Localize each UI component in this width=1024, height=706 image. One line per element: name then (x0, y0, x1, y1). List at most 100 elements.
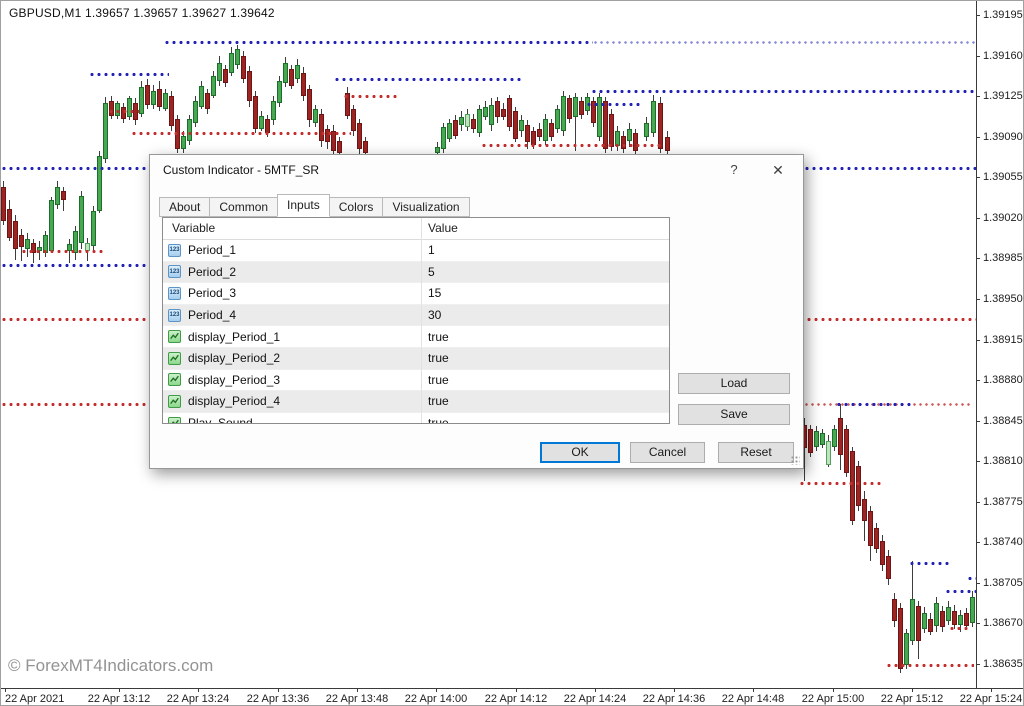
price-label: 1.39090 (983, 131, 1023, 143)
boolean-parameter-icon (168, 352, 181, 365)
watermark: © ForexMT4Indicators.com (8, 656, 213, 676)
table-row[interactable]: 123 Period_2 5 (163, 262, 669, 284)
variable-value[interactable]: 1 (428, 243, 435, 257)
price-tick (976, 137, 980, 138)
price-tick (976, 299, 980, 300)
table-row[interactable]: display_Period_2 true (163, 348, 669, 370)
price-tick (976, 664, 980, 665)
table-row[interactable]: display_Period_3true (163, 370, 669, 392)
price-tick (976, 461, 980, 462)
price-tick (976, 56, 980, 57)
dialog-titlebar[interactable]: Custom Indicator - 5MTF_SR ? ✕ (150, 155, 803, 185)
price-tick (976, 623, 980, 624)
time-label: 22 Apr 13:48 (326, 693, 388, 705)
price-tick (976, 421, 980, 422)
support-dotted-line (21, 249, 106, 254)
time-tick (119, 688, 120, 692)
price-tick (976, 380, 980, 381)
resistance-dotted-line (586, 102, 643, 107)
tab-inputs[interactable]: Inputs (277, 194, 330, 217)
support-dotted-line (131, 131, 351, 136)
price-tick (976, 542, 980, 543)
price-tick (976, 15, 980, 16)
time-axis-line (1, 688, 1024, 689)
table-row[interactable]: 123Period_11 (163, 240, 669, 262)
price-label: 1.39160 (983, 50, 1023, 62)
variable-value[interactable]: true (428, 373, 449, 387)
table-header: Variable Value (163, 218, 669, 240)
price-label: 1.38705 (983, 577, 1023, 589)
boolean-parameter-icon (168, 330, 181, 343)
tab-colors[interactable]: Colors (329, 197, 384, 217)
price-tick (976, 502, 980, 503)
parameters-table: Variable Value 123Period_11123Period_251… (162, 217, 670, 424)
time-label: 22 Apr 13:12 (88, 693, 150, 705)
price-tick (976, 340, 980, 341)
variable-value[interactable]: true (428, 330, 449, 344)
reset-button[interactable]: Reset (718, 442, 794, 463)
support-dotted-line (1, 317, 149, 322)
resistance-dotted-line (836, 402, 913, 407)
number-parameter-icon: 123 (168, 244, 181, 257)
table-row[interactable]: 123Period_430 (163, 305, 669, 327)
table-row[interactable]: 123Period_315 (163, 283, 669, 305)
save-button[interactable]: Save (678, 404, 790, 425)
resistance-dotted-line (804, 166, 976, 171)
boolean-parameter-icon (168, 395, 181, 408)
variable-name: Period_3 (188, 286, 236, 300)
time-tick (991, 688, 992, 692)
time-label: 22 Apr 14:48 (722, 693, 784, 705)
support-dotted-line (1, 402, 149, 407)
help-icon[interactable]: ? (717, 155, 751, 185)
price-tick (976, 177, 980, 178)
price-label: 1.38950 (983, 293, 1023, 305)
variable-name: Play_Sound (188, 416, 253, 424)
resistance-dotted-line (593, 40, 976, 45)
load-button[interactable]: Load (678, 373, 790, 394)
table-row[interactable]: display_Period_4true (163, 391, 669, 413)
tab-common[interactable]: Common (209, 197, 278, 217)
dialog-title: Custom Indicator - 5MTF_SR (163, 163, 319, 177)
time-tick (5, 688, 6, 692)
column-header-value: Value (428, 218, 458, 239)
number-parameter-icon: 123 (168, 309, 181, 322)
tab-visualization[interactable]: Visualization (382, 197, 469, 217)
cancel-button[interactable]: Cancel (630, 442, 705, 463)
resize-grip[interactable] (791, 456, 800, 465)
resistance-dotted-line (164, 40, 593, 45)
variable-value[interactable]: 15 (428, 286, 441, 300)
price-label: 1.39195 (983, 9, 1023, 21)
time-tick (357, 688, 358, 692)
time-tick (674, 688, 675, 692)
table-row[interactable]: display_Period_1true (163, 326, 669, 348)
ok-button[interactable]: OK (540, 442, 620, 463)
variable-value[interactable]: true (428, 416, 449, 424)
price-label: 1.38915 (983, 334, 1023, 346)
column-divider (421, 218, 422, 423)
variable-name: Period_2 (188, 265, 236, 279)
tab-about[interactable]: About (159, 197, 210, 217)
support-dotted-line (949, 626, 971, 631)
resistance-dotted-line (591, 89, 976, 94)
variable-value[interactable]: true (428, 351, 449, 365)
variable-name: display_Period_2 (188, 351, 280, 365)
time-label: 22 Apr 15:00 (802, 693, 864, 705)
price-label: 1.38670 (983, 617, 1023, 629)
support-dotted-line (481, 143, 661, 148)
resistance-dotted-line (334, 77, 523, 82)
resistance-dotted-line (1, 263, 149, 268)
close-icon[interactable]: ✕ (761, 155, 795, 185)
variable-value[interactable]: 5 (428, 265, 435, 279)
tab-strip: AboutCommonInputsColorsVisualization (159, 194, 469, 216)
table-row[interactable]: Play_Sound true (163, 413, 669, 424)
price-label: 1.38740 (983, 536, 1023, 548)
time-label: 22 Apr 13:24 (167, 693, 229, 705)
resistance-dotted-line (945, 589, 976, 594)
price-label: 1.38985 (983, 252, 1023, 264)
variable-value[interactable]: 30 (428, 308, 441, 322)
variable-value[interactable]: true (428, 394, 449, 408)
mt4-window: GBPUSD,M1 1.39657 1.39657 1.39627 1.3964… (0, 0, 1024, 706)
number-parameter-icon: 123 (168, 265, 181, 278)
time-tick (278, 688, 279, 692)
price-label: 1.38775 (983, 496, 1023, 508)
